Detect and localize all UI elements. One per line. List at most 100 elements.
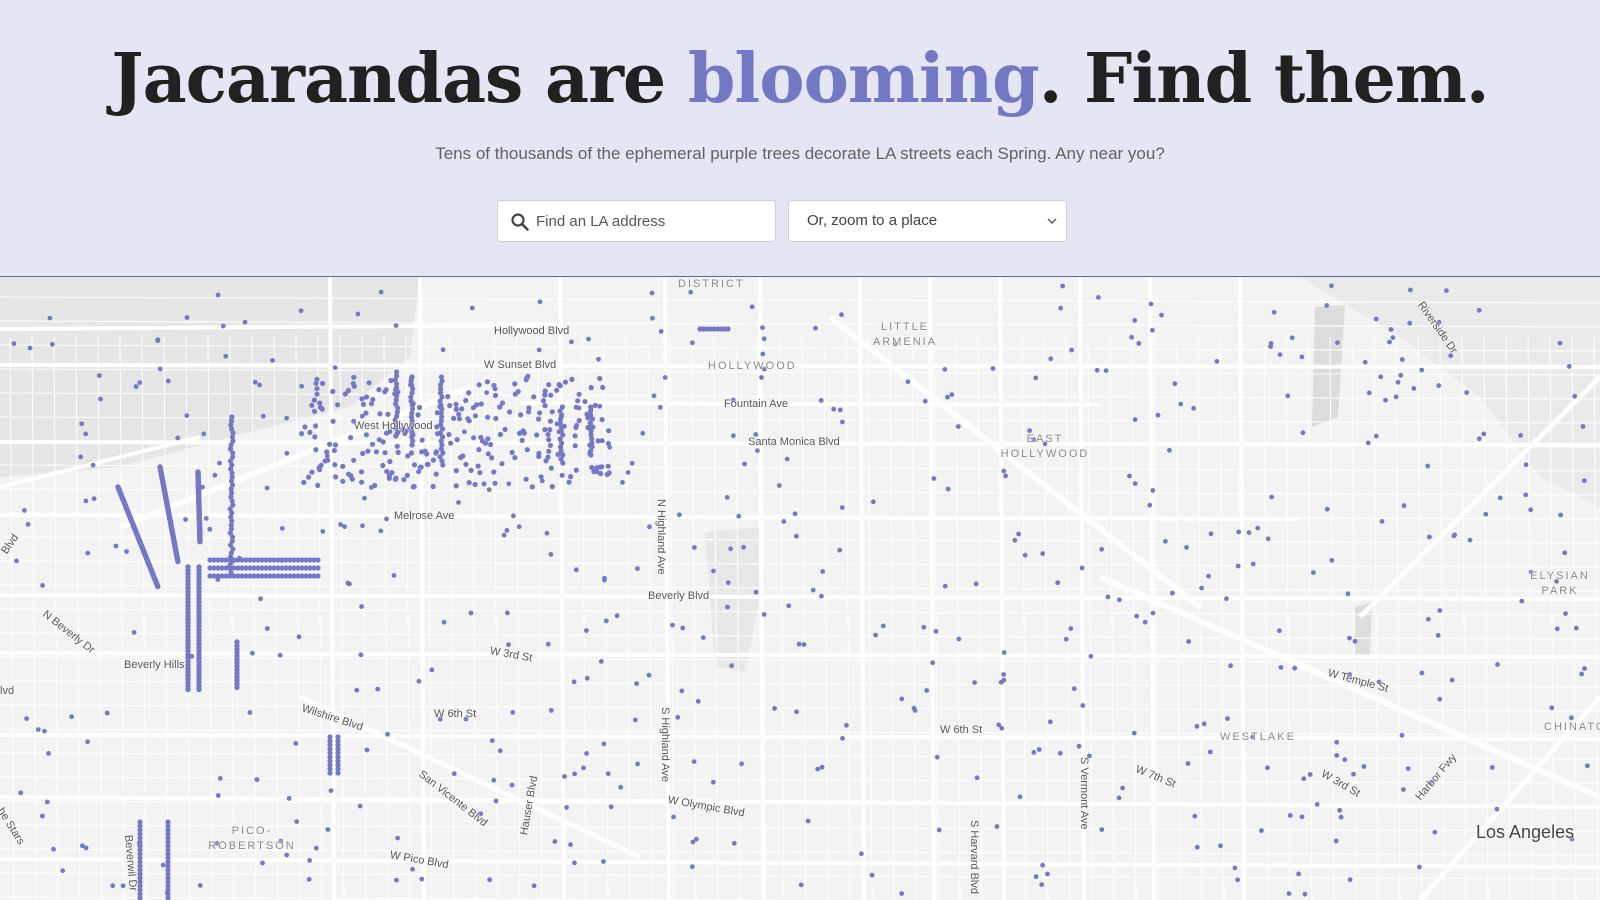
tree-dot[interactable] [1271,309,1277,315]
tree-dot[interactable] [279,526,285,531]
tree-dot[interactable] [519,437,525,443]
tree-dot[interactable] [1518,433,1523,438]
tree-dot[interactable] [1277,628,1282,634]
tree-dot[interactable] [1150,327,1155,333]
tree-dot[interactable] [798,882,804,888]
tree-dot[interactable] [542,403,548,409]
tree-dot[interactable] [1352,638,1358,644]
tree-dot[interactable] [772,706,777,711]
tree-dot[interactable] [477,470,483,476]
tree-dot[interactable] [1437,608,1443,613]
tree-dot[interactable] [217,460,222,466]
tree-dot[interactable] [1334,753,1340,758]
tree-dot[interactable] [1068,626,1074,631]
tree-dot[interactable] [1562,550,1568,556]
tree-dot[interactable] [124,549,129,554]
tree-dot[interactable] [466,418,472,424]
tree-dot[interactable] [584,675,590,681]
tree-dot[interactable] [1345,591,1351,597]
tree-dot[interactable] [364,747,370,753]
tree-dot[interactable] [313,845,319,851]
tree-dot[interactable] [357,803,363,809]
tree-dot[interactable] [1224,596,1229,602]
tree-dot[interactable] [956,636,962,642]
tree-dot[interactable] [1163,538,1168,544]
tree-dot[interactable] [1185,761,1191,766]
tree-dot[interactable] [739,761,744,767]
tree-dot[interactable] [1449,677,1455,683]
tree-dot[interactable] [157,366,163,372]
tree-dot[interactable] [197,539,203,545]
tree-dot[interactable] [573,467,579,473]
tree-dot[interactable] [358,469,365,475]
tree-dot[interactable] [649,290,655,296]
tree-dot[interactable] [453,406,459,412]
tree-dot[interactable] [742,461,747,467]
tree-dot[interactable] [1314,802,1320,807]
tree-dot[interactable] [1523,462,1529,468]
tree-dot[interactable] [1088,653,1094,659]
tree-dot[interactable] [1483,511,1489,517]
tree-dot[interactable] [1549,705,1555,711]
tree-dot[interactable] [380,462,386,469]
tree-dot[interactable] [1001,672,1006,677]
tree-dot[interactable] [605,463,611,469]
tree-dot[interactable] [286,796,292,801]
tree-dot[interactable] [542,392,548,398]
tree-dot[interactable] [1218,843,1223,849]
tree-dot[interactable] [794,709,799,715]
tree-dot[interactable] [332,462,338,468]
tree-dot[interactable] [1307,772,1313,777]
tree-dot[interactable] [1467,537,1473,543]
tree-dot[interactable] [1076,743,1082,749]
tree-dot[interactable] [994,824,1000,829]
tree-dot[interactable] [472,481,478,488]
tree-dot[interactable] [675,714,681,720]
tree-dot[interactable] [372,482,378,489]
zoom-to-place-select[interactable]: Or, zoom to a place [788,200,1067,242]
tree-dot[interactable] [584,628,589,633]
tree-dot[interactable] [277,652,283,658]
tree-dot[interactable] [1031,750,1037,755]
tree-dot[interactable] [921,624,927,630]
tree-dot[interactable] [448,440,454,446]
tree-dot[interactable] [1554,626,1560,632]
tree-dot[interactable] [497,431,503,438]
tree-dot[interactable] [370,396,376,403]
tree-dot[interactable] [572,860,577,866]
tree-dot[interactable] [113,543,119,549]
tree-dot[interactable] [512,455,518,461]
tree-dot[interactable] [819,593,824,599]
tree-dot[interactable] [1419,670,1425,676]
tree-dot[interactable] [258,596,263,602]
tree-dot[interactable] [284,415,289,421]
tree-dot[interactable] [924,688,930,693]
tree-dot[interactable] [1105,594,1111,600]
tree-dot[interactable] [1269,494,1274,500]
tree-dot[interactable] [47,315,53,321]
tree-dot[interactable] [254,777,260,782]
tree-dot[interactable] [598,659,604,664]
tree-dot[interactable] [1342,757,1348,763]
tree-dot[interactable] [781,519,787,524]
tree-dot[interactable] [606,428,612,434]
tree-dot[interactable] [815,766,821,772]
tree-dot[interactable] [155,337,161,343]
tree-dot[interactable] [534,432,540,438]
tree-dot[interactable] [837,407,843,413]
tree-dot[interactable] [588,385,594,391]
tree-dot[interactable] [509,449,515,455]
tree-dot[interactable] [1451,533,1457,539]
tree-dot[interactable] [433,450,439,456]
tree-dot[interactable] [572,443,578,449]
tree-dot[interactable] [314,386,320,392]
tree-dot[interactable] [576,391,582,397]
tree-dot[interactable] [1299,814,1305,820]
tree-dot[interactable] [441,619,447,625]
tree-dot[interactable] [1132,481,1138,486]
tree-dot[interactable] [1301,776,1307,782]
tree-dot[interactable] [260,860,265,866]
tree-dot[interactable] [394,877,399,883]
tree-dot[interactable] [293,741,299,746]
tree-dot[interactable] [515,389,521,395]
